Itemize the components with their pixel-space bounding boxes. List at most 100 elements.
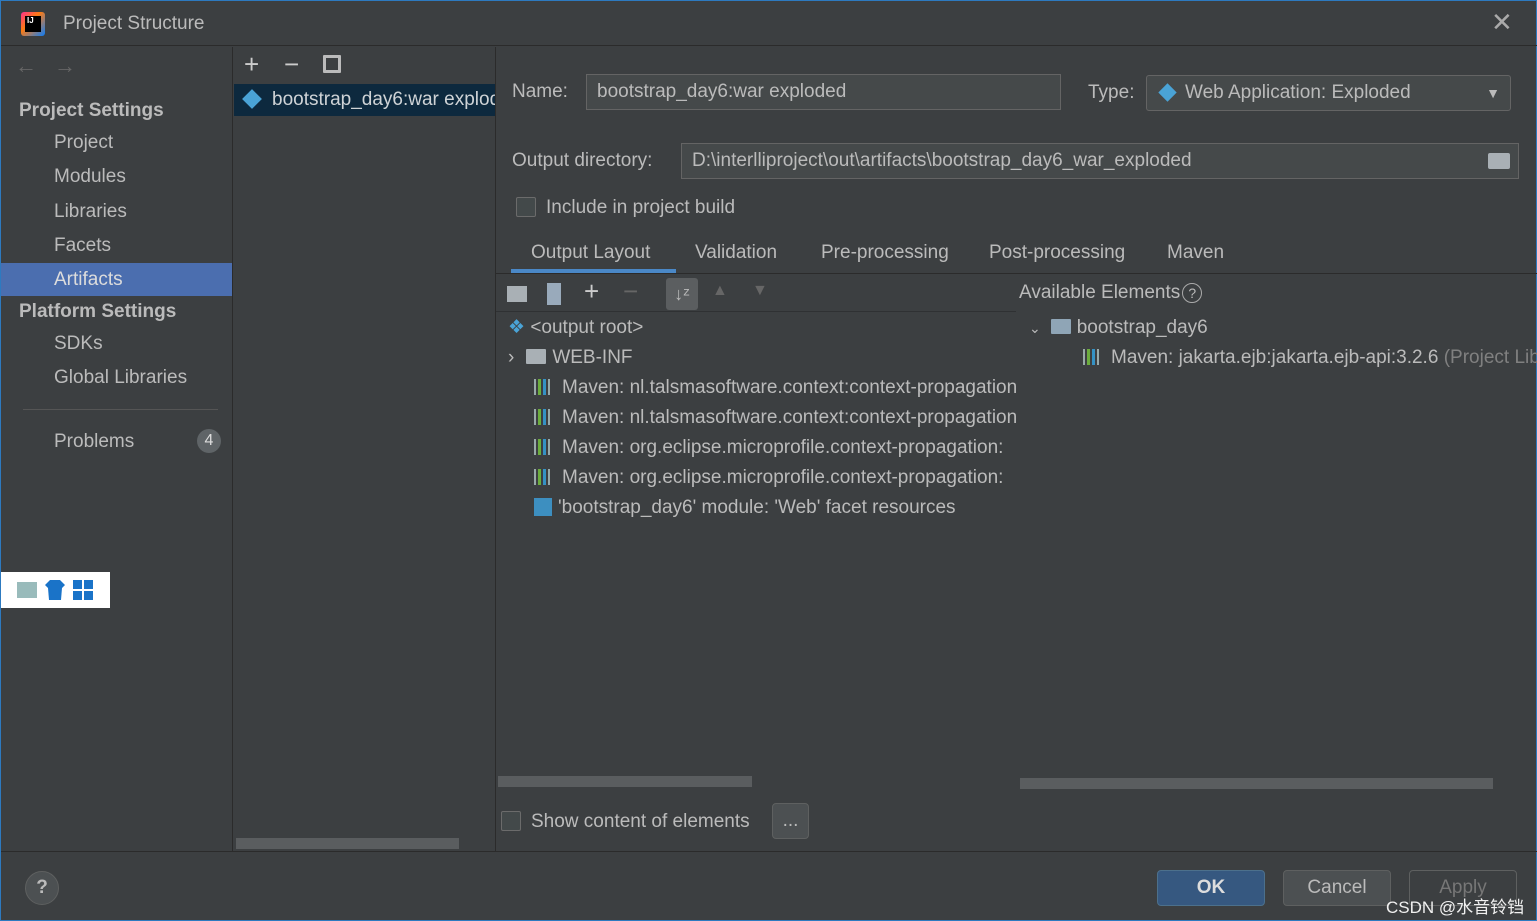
help-button[interactable]: ? (25, 871, 59, 905)
divider (1, 851, 1537, 852)
tree-label: Maven: nl.talsmasoftware.context:context… (562, 377, 1018, 398)
sidebar-item-project[interactable]: Project (1, 126, 232, 159)
output-layout-tree: ❖ <output root> › WEB-INF Maven: nl.talsm… (498, 313, 1018, 773)
output-directory-input[interactable]: D:\interlliproject\out\artifacts\bootstr… (681, 143, 1519, 179)
web-artifact-icon (1158, 83, 1177, 102)
available-elements-label: Available Elements (1019, 282, 1181, 303)
name-label: Name: (512, 81, 568, 102)
library-icon (1083, 349, 1105, 365)
remove-element-icon[interactable]: − (623, 276, 638, 307)
tree-item-module[interactable]: ⌄ bootstrap_day6 (1029, 313, 1208, 343)
horizontal-scrollbar[interactable] (1020, 778, 1493, 789)
chevron-down-icon[interactable]: ⌄ (1029, 320, 1041, 336)
folder-icon (526, 349, 547, 364)
show-content-options-button[interactable]: ... (772, 803, 809, 839)
add-icon[interactable]: + (244, 49, 259, 80)
type-select[interactable]: Web Application: Exploded ▼ (1146, 75, 1511, 111)
type-label: Type: (1088, 82, 1135, 103)
remove-icon[interactable]: − (284, 49, 299, 80)
project-settings-heading: Project Settings (19, 100, 164, 121)
artifact-item[interactable]: bootstrap_day6:war exploded (234, 84, 495, 116)
tree-item-library[interactable]: Maven: org.eclipse.microprofile.context-… (534, 433, 1003, 463)
tree-item-library[interactable]: Maven: jakarta.ejb:jakarta.ejb-api:3.2.6… (1083, 343, 1537, 373)
horizontal-scrollbar[interactable] (498, 776, 752, 787)
tree-label-suffix: (Project Library) (1443, 347, 1537, 368)
forward-arrow-icon[interactable]: → (54, 53, 76, 79)
horizontal-scrollbar[interactable] (236, 838, 459, 849)
tree-item-library[interactable]: Maven: nl.talsmasoftware.context:context… (534, 403, 1017, 433)
artifact-name: bootstrap_day6:war exploded (272, 89, 495, 110)
intellij-logo-icon: IJ (21, 12, 45, 36)
tab-maven[interactable]: Maven (1167, 241, 1224, 273)
sidebar-item-global-libraries[interactable]: Global Libraries (1, 361, 232, 394)
tree-label: WEB-INF (552, 347, 633, 368)
show-content-label: Show content of elements (531, 811, 750, 832)
tree-label: Maven: org.eclipse.microprofile.context-… (562, 467, 1004, 488)
module-folder-icon (1050, 319, 1071, 334)
problems-count-badge: 4 (197, 429, 221, 453)
name-input[interactable]: bootstrap_day6:war exploded (586, 74, 1061, 110)
help-icon[interactable]: ? (1182, 283, 1203, 303)
tree-label: Maven: jakarta.ejb:jakarta.ejb-api:3.2.6 (1111, 347, 1439, 368)
back-arrow-icon[interactable]: ← (15, 53, 37, 79)
grid-icon[interactable] (73, 580, 93, 600)
output-root-icon: ❖ (508, 317, 531, 338)
window-title: Project Structure (63, 13, 205, 34)
artifacts-list-panel: + − bootstrap_day6:war exploded (234, 47, 496, 852)
ok-button[interactable]: OK (1157, 870, 1265, 906)
tab-post-processing[interactable]: Post-processing (989, 241, 1125, 273)
sidebar-item-artifacts[interactable]: Artifacts (1, 263, 232, 296)
sidebar-item-libraries[interactable]: Libraries (1, 195, 232, 228)
library-icon (534, 439, 556, 455)
copy-icon[interactable] (323, 55, 341, 73)
new-directory-icon[interactable] (507, 286, 527, 302)
add-copy-of-icon[interactable]: + (584, 276, 599, 307)
output-directory-label: Output directory: (512, 150, 653, 171)
tree-item-facet-resources[interactable]: 'bootstrap_day6' module: 'Web' facet res… (534, 493, 956, 523)
platform-settings-heading: Platform Settings (19, 301, 177, 322)
include-in-build-checkbox[interactable] (516, 197, 536, 217)
active-tab-indicator (511, 269, 676, 273)
tab-validation[interactable]: Validation (695, 241, 777, 273)
archive-icon[interactable] (547, 283, 561, 305)
tree-item-web-inf[interactable]: › WEB-INF (508, 343, 633, 373)
sidebar-item-sdks[interactable]: SDKs (1, 327, 232, 360)
available-elements-title: Available Elements? (1019, 282, 1203, 304)
tree-item-library[interactable]: Maven: nl.talsmasoftware.context:context… (534, 373, 1017, 403)
output-directory-value: D:\interlliproject\out\artifacts\bootstr… (692, 150, 1192, 171)
floating-toolbar (1, 572, 110, 608)
move-up-icon[interactable]: ▲ (712, 282, 728, 300)
shirt-icon[interactable] (45, 580, 65, 600)
divider (496, 273, 1537, 274)
user-icon[interactable] (17, 582, 37, 598)
divider (23, 409, 218, 410)
web-artifact-icon (242, 89, 262, 109)
folder-browse-icon[interactable] (1488, 153, 1510, 169)
sidebar-item-facets[interactable]: Facets (1, 229, 232, 262)
sidebar-item-modules[interactable]: Modules (1, 160, 232, 193)
layout-toolbar: + − ↓ᶻ ▲ ▼ (496, 276, 1016, 312)
type-value: Web Application: Exploded (1185, 82, 1411, 103)
title-bar: IJ Project Structure ✕ (1, 1, 1537, 46)
tree-label: 'bootstrap_day6' module: 'Web' facet res… (558, 497, 956, 518)
sidebar: ← → Project Settings Project Modules Lib… (1, 47, 233, 852)
show-content-checkbox[interactable] (501, 811, 521, 831)
web-facet-icon (534, 498, 552, 516)
library-icon (534, 469, 556, 485)
library-icon (534, 379, 556, 395)
close-icon[interactable]: ✕ (1491, 7, 1513, 38)
cancel-button[interactable]: Cancel (1283, 870, 1391, 906)
tree-label: Maven: org.eclipse.microprofile.context-… (562, 437, 1004, 458)
chevron-right-icon[interactable]: › (508, 347, 514, 368)
watermark: CSDN @水音铃铛 (1386, 898, 1525, 917)
include-in-build-label: Include in project build (546, 197, 736, 218)
available-elements-tree: ⌄ bootstrap_day6 Maven: jakarta.ejb:jakar… (1019, 313, 1537, 773)
sort-alphabetically-icon[interactable]: ↓ᶻ (666, 278, 698, 310)
tree-item-library[interactable]: Maven: org.eclipse.microprofile.context-… (534, 463, 1003, 493)
tree-label: bootstrap_day6 (1076, 317, 1208, 338)
tree-label: <output root> (530, 317, 644, 338)
tab-pre-processing[interactable]: Pre-processing (821, 241, 949, 273)
tree-label: Maven: nl.talsmasoftware.context:context… (562, 407, 1018, 428)
tree-item-output-root[interactable]: ❖ <output root> (508, 313, 643, 343)
move-down-icon[interactable]: ▼ (752, 282, 768, 300)
